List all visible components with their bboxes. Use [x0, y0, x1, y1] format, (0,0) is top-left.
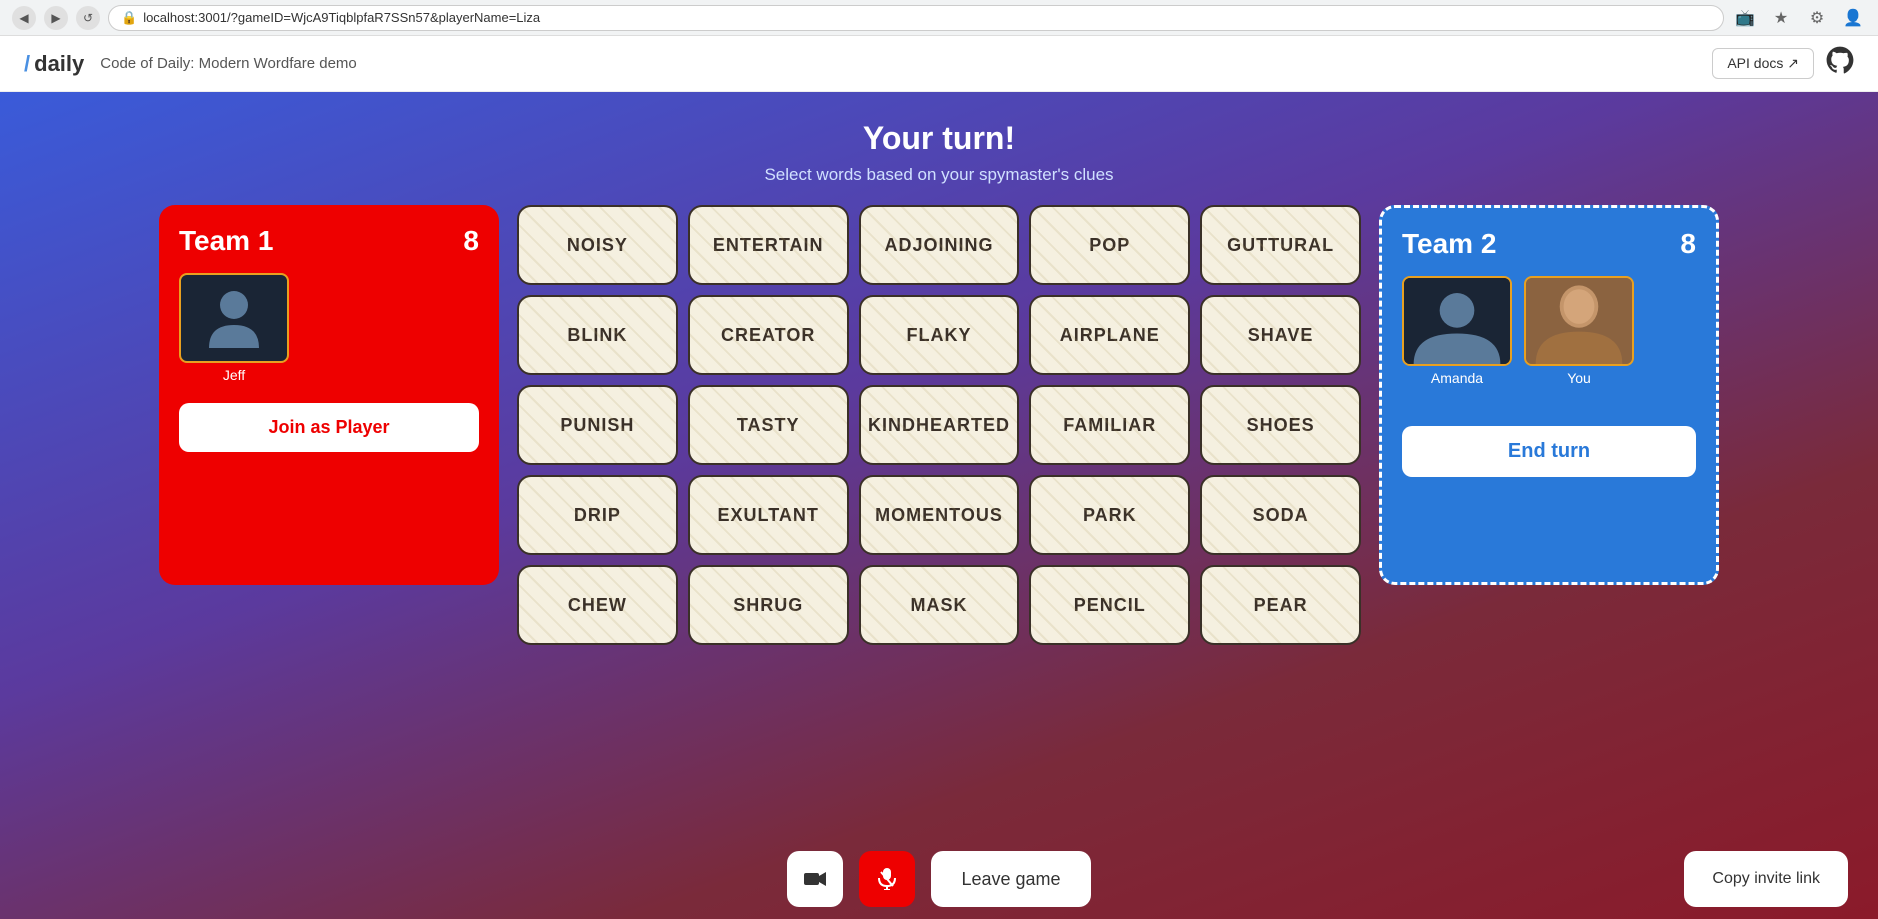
word-card-creator[interactable]: CREATOR: [688, 295, 849, 375]
game-main: Team 1 8 Jeff Join as Player N: [159, 205, 1719, 645]
word-card-drip[interactable]: DRIP: [517, 475, 678, 555]
app-header: /daily Code of Daily: Modern Wordfare de…: [0, 36, 1878, 92]
team2-name: Team 2: [1402, 228, 1496, 260]
word-card-pop[interactable]: POP: [1029, 205, 1190, 285]
extension-icon[interactable]: ⚙: [1804, 5, 1830, 31]
word-card-soda[interactable]: SODA: [1200, 475, 1361, 555]
team2-player-amanda: Amanda: [1402, 276, 1512, 386]
word-card-tasty[interactable]: TASTY: [688, 385, 849, 465]
url-bar[interactable]: 🔒 localhost:3001/?gameID=WjcA9TiqblpfaR7…: [108, 5, 1724, 31]
github-button[interactable]: [1826, 46, 1854, 81]
bottom-bar: Leave game Copy invite link: [0, 839, 1878, 919]
reload-button[interactable]: ↺: [76, 6, 100, 30]
word-card-shoes[interactable]: SHOES: [1200, 385, 1361, 465]
url-text: localhost:3001/?gameID=WjcA9TiqblpfaR7SS…: [143, 10, 540, 25]
word-card-momentous[interactable]: MOMENTOUS: [859, 475, 1020, 555]
word-card-noisy[interactable]: NOISY: [517, 205, 678, 285]
header-right: API docs ↗: [1712, 46, 1854, 81]
jeff-name: Jeff: [223, 367, 245, 383]
jeff-avatar: [179, 273, 289, 363]
word-card-airplane[interactable]: AIRPLANE: [1029, 295, 1190, 375]
mic-button[interactable]: [859, 851, 915, 907]
team1-panel: Team 1 8 Jeff Join as Player: [159, 205, 499, 585]
turn-subtitle: Select words based on your spymaster's c…: [764, 165, 1113, 185]
word-card-flaky[interactable]: FLAKY: [859, 295, 1020, 375]
end-turn-button[interactable]: End turn: [1402, 426, 1696, 477]
bookmark-icon[interactable]: ★: [1768, 5, 1794, 31]
camera-button[interactable]: [787, 851, 843, 907]
app-title: Code of Daily: Modern Wordfare demo: [100, 55, 357, 72]
word-card-pear[interactable]: PEAR: [1200, 565, 1361, 645]
app-logo: /daily: [24, 51, 84, 77]
profile-icon[interactable]: 👤: [1840, 5, 1866, 31]
team1-score: 8: [463, 225, 479, 257]
word-card-park[interactable]: PARK: [1029, 475, 1190, 555]
word-card-mask[interactable]: MASK: [859, 565, 1020, 645]
turn-banner: Your turn! Select words based on your sp…: [764, 92, 1113, 205]
word-card-blink[interactable]: BLINK: [517, 295, 678, 375]
amanda-avatar: [1402, 276, 1512, 366]
logo-text: daily: [34, 51, 84, 77]
copy-invite-button[interactable]: Copy invite link: [1684, 851, 1848, 907]
team1-player-jeff: Jeff: [179, 273, 289, 383]
join-as-player-button[interactable]: Join as Player: [179, 403, 479, 452]
cast-icon[interactable]: 📺: [1732, 5, 1758, 31]
word-card-shrug[interactable]: SHRUG: [688, 565, 849, 645]
word-grid-container: NOISYENTERTAINADJOININGPOPGUTTURALBLINKC…: [517, 205, 1361, 645]
you-name: You: [1567, 370, 1591, 386]
back-button[interactable]: ◀: [12, 6, 36, 30]
browser-toolbar-icons: 📺 ★ ⚙ 👤: [1732, 5, 1866, 31]
word-card-punish[interactable]: PUNISH: [517, 385, 678, 465]
word-card-shave[interactable]: SHAVE: [1200, 295, 1361, 375]
you-avatar: [1524, 276, 1634, 366]
turn-title: Your turn!: [764, 120, 1113, 157]
amanda-name: Amanda: [1431, 370, 1483, 386]
leave-game-button[interactable]: Leave game: [931, 851, 1090, 907]
team2-players: Amanda You: [1402, 276, 1696, 386]
word-card-pencil[interactable]: PENCIL: [1029, 565, 1190, 645]
forward-button[interactable]: ▶: [44, 6, 68, 30]
word-card-familiar[interactable]: FAMILIAR: [1029, 385, 1190, 465]
logo-slash: /: [24, 51, 30, 77]
word-card-entertain[interactable]: ENTERTAIN: [688, 205, 849, 285]
team1-players: Jeff: [179, 273, 479, 383]
word-card-adjoining[interactable]: ADJOINING: [859, 205, 1020, 285]
word-card-chew[interactable]: CHEW: [517, 565, 678, 645]
word-grid: NOISYENTERTAINADJOININGPOPGUTTURALBLINKC…: [517, 205, 1361, 645]
team2-panel: Team 2 8 Amanda: [1379, 205, 1719, 585]
team2-player-you: You: [1524, 276, 1634, 386]
team1-header: Team 1 8: [179, 225, 479, 257]
word-card-kindhearted[interactable]: KINDHEARTED: [859, 385, 1020, 465]
api-docs-button[interactable]: API docs ↗: [1712, 48, 1814, 79]
lock-icon: 🔒: [121, 10, 137, 26]
word-card-guttural[interactable]: GUTTURAL: [1200, 205, 1361, 285]
team1-name: Team 1: [179, 225, 273, 257]
browser-chrome: ◀ ▶ ↺ 🔒 localhost:3001/?gameID=WjcA9Tiqb…: [0, 0, 1878, 36]
team2-score: 8: [1680, 228, 1696, 260]
team2-header: Team 2 8: [1402, 228, 1696, 260]
game-background: Your turn! Select words based on your sp…: [0, 92, 1878, 919]
word-card-exultant[interactable]: EXULTANT: [688, 475, 849, 555]
